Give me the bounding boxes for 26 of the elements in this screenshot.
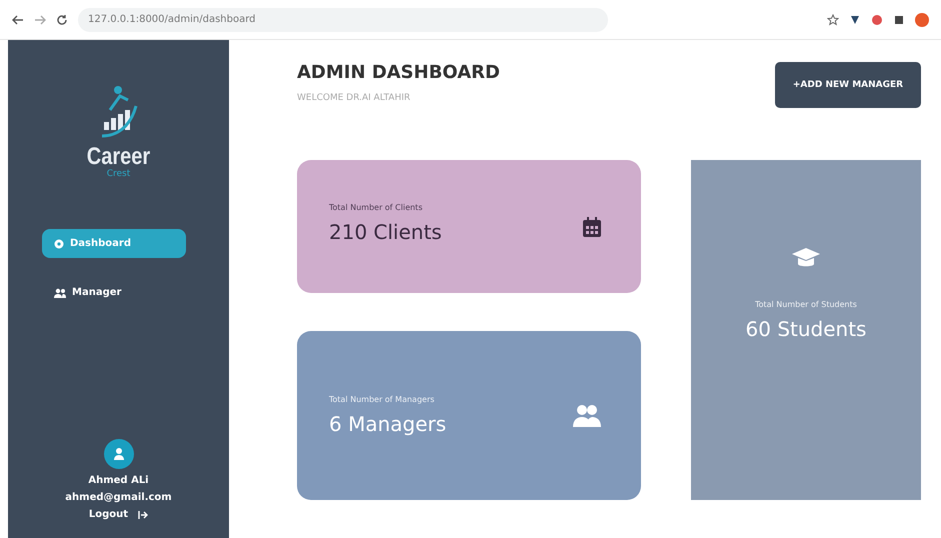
add-manager-button[interactable]: +ADD NEW MANAGER [775,62,921,108]
dial-icon [54,238,64,248]
address-field[interactable]: 127.0.0.1:8000/admin/dashboard [78,8,608,32]
stat-label: Total Number of Clients [329,203,424,212]
welcome-text: WELCOME DR.AI ALTAHIR [297,93,412,103]
stat-label: Total Number of Managers [329,395,436,404]
back-icon[interactable] [12,14,24,24]
star-icon[interactable] [827,14,839,26]
users-icon [54,288,66,298]
brand-subtitle: Crest [106,169,130,179]
profile-icon[interactable] [915,12,929,26]
reload-icon[interactable] [56,14,68,26]
sidebar-item[interactable]: Manager [42,278,186,307]
user-email: ahmed@gmail.com [65,492,172,503]
stat-value: 6 Managers [329,412,446,436]
brand-title: Career [86,144,150,170]
avatar-icon [104,439,134,469]
users-icon [573,404,601,426]
logout-link[interactable]: Logout [88,509,148,520]
stat-label: Total Number of Students [755,300,857,309]
stat-value: 210 Clients [329,220,442,244]
page-title: ADMIN DASHBOARD [297,62,500,83]
logout-icon [138,510,148,520]
calendar-icon [583,216,601,236]
stat-value: 60 Students [746,317,866,341]
user-name: Ahmed ALi [88,475,149,486]
